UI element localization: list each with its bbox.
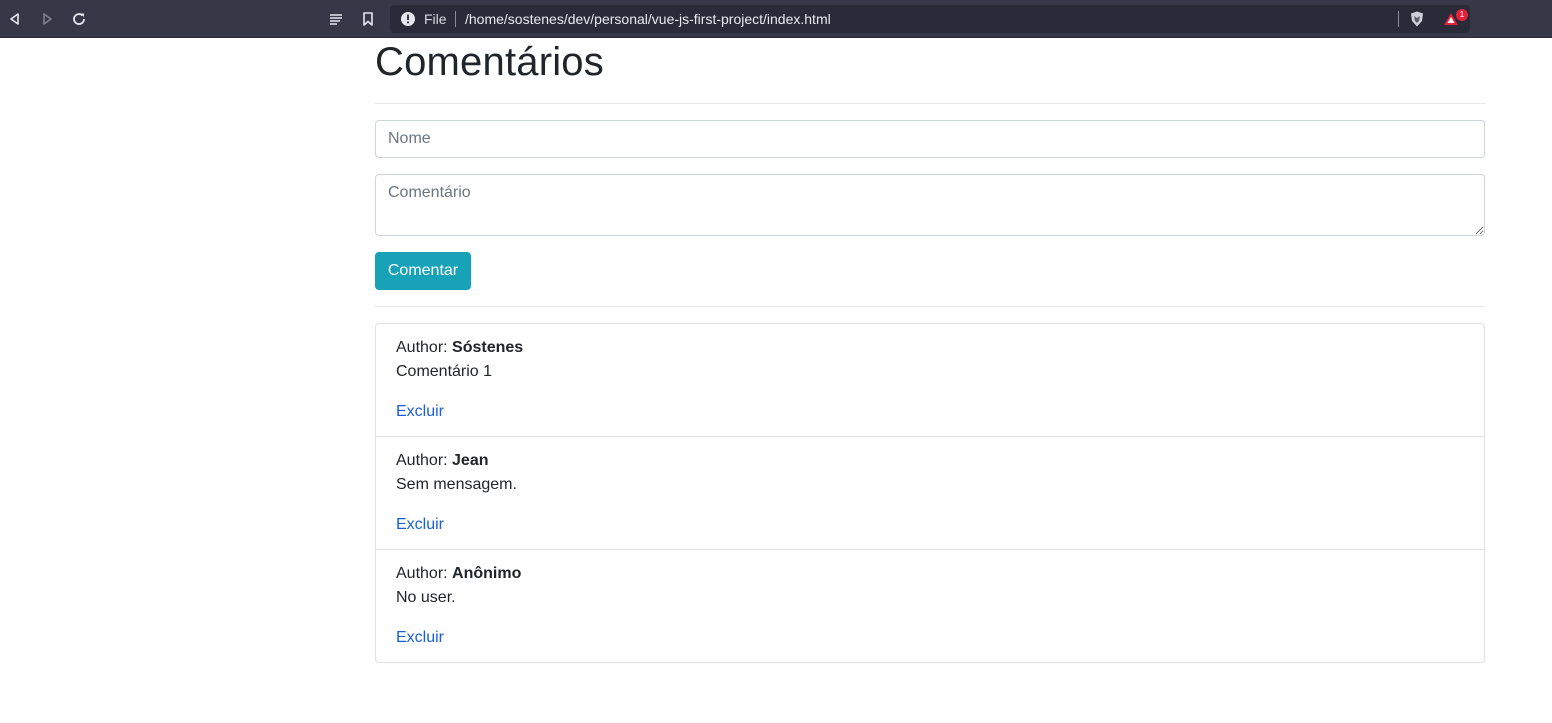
comment-author-line: Author: Anônimo	[396, 564, 521, 584]
delete-comment-link[interactable]: Excluir	[396, 402, 444, 422]
comment-item: Author: Anônimo No user. Excluir	[376, 549, 1484, 662]
reader-mode-icon[interactable]	[325, 8, 347, 30]
bookmark-icon[interactable]	[357, 8, 379, 30]
author-name: Anônimo	[452, 565, 522, 582]
delete-comment-link[interactable]: Excluir	[396, 628, 444, 648]
brave-shields-icon[interactable]	[1406, 8, 1428, 30]
notification-badge: 1	[1456, 9, 1468, 21]
reload-icon[interactable]	[68, 8, 90, 30]
url-separator	[455, 11, 456, 27]
comment-message: Comentário 1	[396, 363, 493, 380]
author-name: Sóstenes	[452, 339, 524, 356]
comment-submit-button[interactable]: Comentar	[375, 252, 471, 290]
browser-toolbar: File /home/sostenes/dev/personal/vue-js-…	[0, 0, 1552, 38]
author-prefix: Author:	[396, 339, 453, 356]
address-bar[interactable]: File /home/sostenes/dev/personal/vue-js-…	[390, 5, 1470, 33]
form-divider	[375, 306, 1485, 307]
name-input[interactable]	[375, 120, 1485, 158]
author-prefix: Author:	[396, 452, 453, 469]
page-title: Comentários	[375, 40, 604, 84]
info-icon[interactable]	[400, 11, 416, 27]
author-prefix: Author:	[396, 565, 453, 582]
comment-textarea[interactable]	[375, 174, 1485, 236]
comment-message: No user.	[396, 589, 456, 606]
url-scheme-label: File	[424, 11, 447, 27]
comment-author-line: Author: Sóstenes	[396, 338, 523, 358]
comment-item: Author: Sóstenes Comentário 1 Excluir	[376, 324, 1484, 436]
comment-message: Sem mensagem.	[396, 476, 517, 493]
back-icon[interactable]	[4, 8, 26, 30]
comment-item: Author: Jean Sem mensagem. Excluir	[376, 436, 1484, 549]
forward-icon[interactable]	[36, 8, 58, 30]
url-text[interactable]: /home/sostenes/dev/personal/vue-js-first…	[465, 11, 831, 27]
url-right-separator	[1398, 11, 1399, 27]
author-name: Jean	[452, 452, 489, 469]
comments-list: Author: Sóstenes Comentário 1 Excluir Au…	[375, 323, 1485, 663]
delete-comment-link[interactable]: Excluir	[396, 515, 444, 535]
comment-author-line: Author: Jean	[396, 451, 489, 471]
title-divider	[375, 103, 1485, 104]
